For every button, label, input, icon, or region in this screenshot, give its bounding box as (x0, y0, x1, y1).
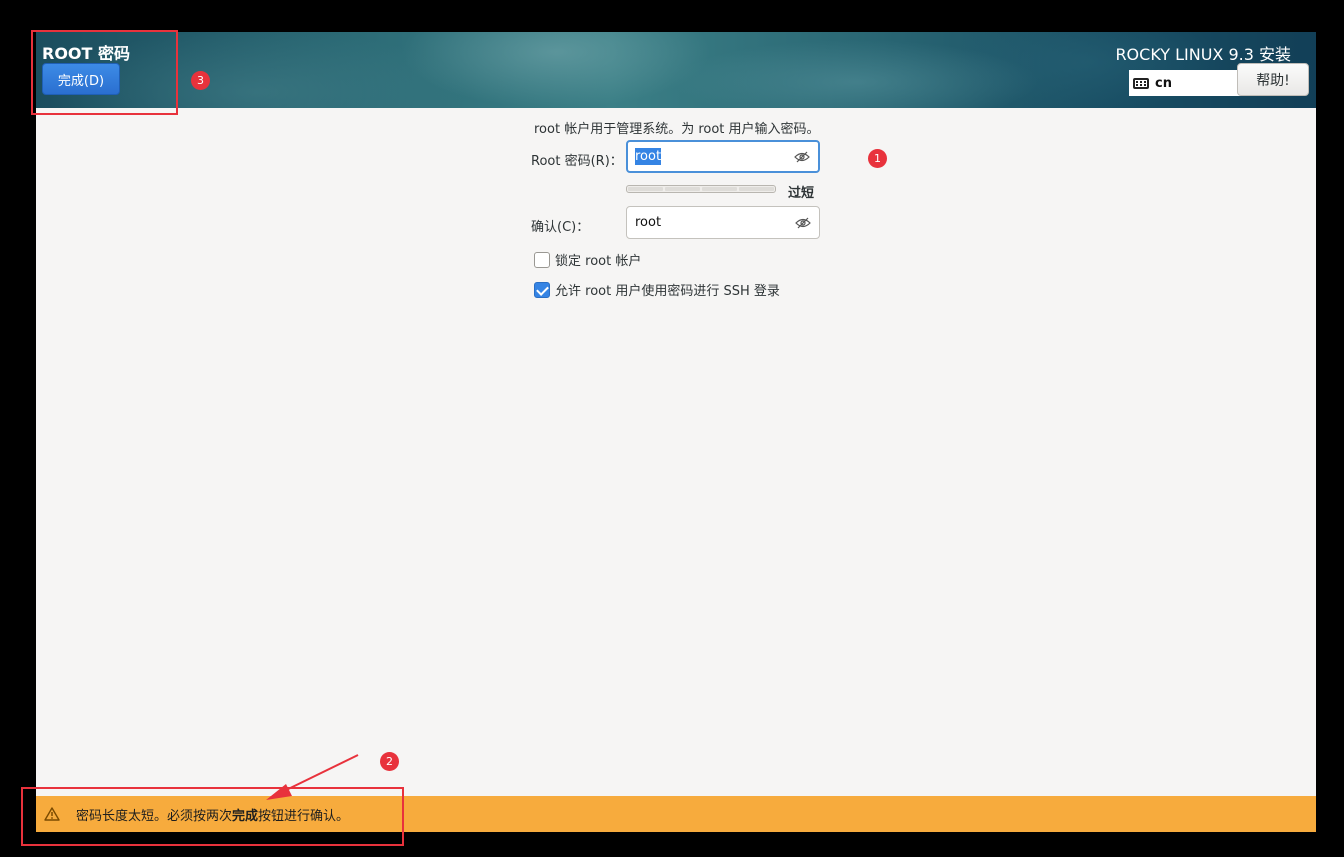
root-password-field[interactable]: root (626, 140, 820, 173)
confirm-label: 确认(C)： (531, 220, 590, 235)
form-description: root 帐户用于管理系统。为 root 用户输入密码。 (534, 122, 820, 137)
annotation-badge-3: 3 (191, 71, 210, 90)
confirm-password-value: root (635, 215, 662, 230)
confirm-password-field[interactable]: root (626, 206, 820, 239)
allow-ssh-row[interactable]: 允许 root 用户使用密码进行 SSH 登录 (534, 280, 780, 299)
password-strength-label: 过短 (788, 186, 815, 201)
keyboard-layout-indicator[interactable]: cn (1129, 70, 1241, 96)
annotation-box-3 (31, 30, 178, 115)
root-password-value: root (635, 148, 662, 165)
reveal-confirm-icon[interactable] (795, 217, 811, 229)
annotation-badge-1: 1 (868, 149, 887, 168)
annotation-arrow (266, 754, 359, 800)
help-button[interactable]: 帮助! (1237, 63, 1309, 96)
password-strength-bar (626, 185, 776, 193)
allow-ssh-label: 允许 root 用户使用密码进行 SSH 登录 (555, 284, 780, 299)
header-banner: ROOT 密码 完成(D) ROCKY LINUX 9.3 安装 cn 帮助! (36, 32, 1316, 108)
lock-root-row[interactable]: 锁定 root 帐户 (534, 250, 641, 269)
keyboard-icon (1133, 77, 1149, 89)
keyboard-layout-label: cn (1155, 75, 1172, 91)
installer-window: ROOT 密码 完成(D) ROCKY LINUX 9.3 安装 cn 帮助! … (36, 32, 1316, 832)
product-title: ROCKY LINUX 9.3 安装 (1115, 45, 1291, 64)
lock-root-label: 锁定 root 帐户 (555, 254, 642, 269)
reveal-password-icon[interactable] (794, 151, 810, 163)
allow-ssh-checkbox[interactable] (534, 281, 550, 298)
annotation-badge-2: 2 (380, 752, 399, 771)
lock-root-checkbox[interactable] (534, 251, 550, 268)
password-label: Root 密码(R)： (531, 154, 623, 169)
